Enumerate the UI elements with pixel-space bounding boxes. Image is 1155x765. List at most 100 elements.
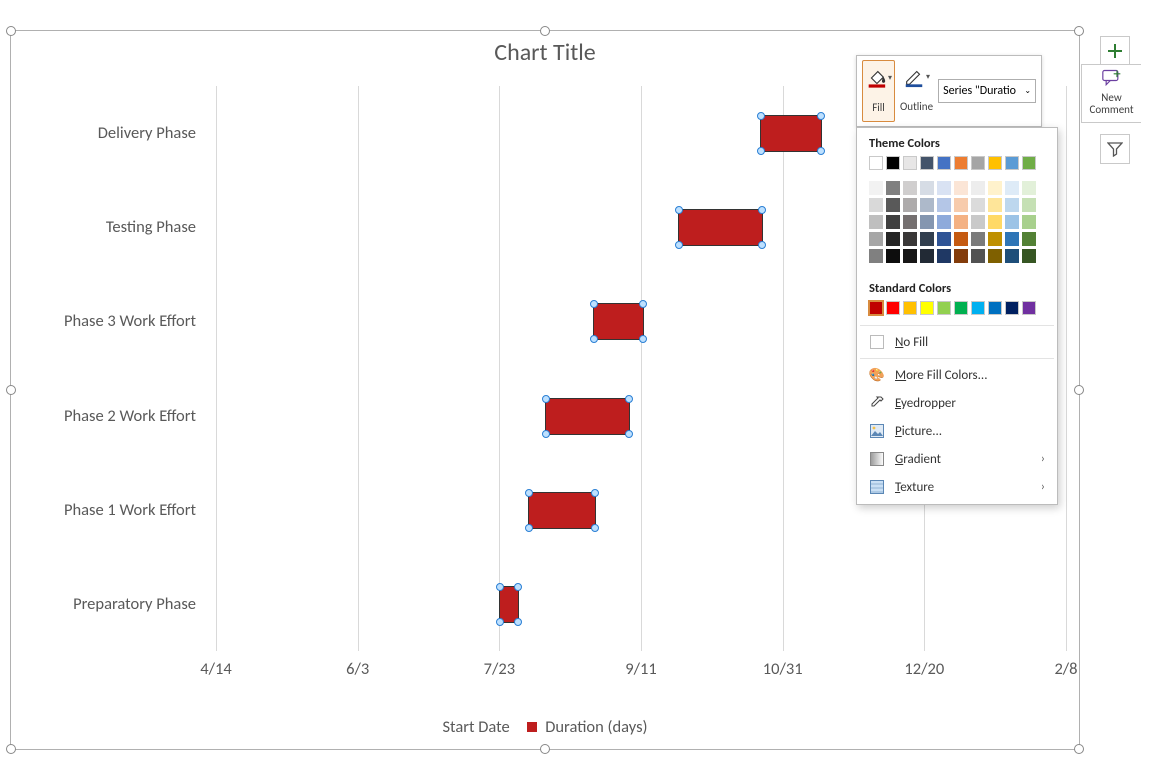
- color-swatch[interactable]: [1005, 232, 1019, 246]
- eyedropper-item[interactable]: Eyedropper: [857, 389, 1057, 417]
- color-swatch[interactable]: [869, 198, 883, 212]
- data-bar[interactable]: [678, 209, 763, 246]
- color-swatch[interactable]: [988, 301, 1002, 315]
- color-swatch[interactable]: [903, 232, 917, 246]
- color-swatch[interactable]: [937, 156, 951, 170]
- color-swatch[interactable]: [971, 301, 985, 315]
- color-swatch[interactable]: [1022, 232, 1036, 246]
- series-selection-handle[interactable]: [542, 430, 550, 438]
- more-colors-item[interactable]: 🎨 More Fill Colors...: [857, 361, 1057, 389]
- color-swatch[interactable]: [1005, 181, 1019, 195]
- resize-handle[interactable]: [1074, 26, 1084, 36]
- series-selection-handle[interactable]: [757, 147, 765, 155]
- series-selection-handle[interactable]: [590, 335, 598, 343]
- color-swatch[interactable]: [886, 301, 900, 315]
- color-swatch[interactable]: [971, 215, 985, 229]
- color-swatch[interactable]: [920, 156, 934, 170]
- new-comment-button[interactable]: New Comment: [1081, 64, 1141, 123]
- color-swatch[interactable]: [988, 232, 1002, 246]
- color-swatch[interactable]: [971, 198, 985, 212]
- series-selection-handle[interactable]: [514, 583, 522, 591]
- series-selection-handle[interactable]: [675, 241, 683, 249]
- color-swatch[interactable]: [1022, 198, 1036, 212]
- color-swatch[interactable]: [954, 198, 968, 212]
- data-bar[interactable]: [528, 492, 596, 529]
- resize-handle[interactable]: [1074, 744, 1084, 754]
- fill-button[interactable]: ▾ Fill: [862, 60, 895, 122]
- color-swatch[interactable]: [920, 181, 934, 195]
- color-swatch[interactable]: [954, 181, 968, 195]
- color-swatch[interactable]: [903, 198, 917, 212]
- color-swatch[interactable]: [869, 181, 883, 195]
- chart-elements-button[interactable]: [1100, 36, 1130, 66]
- color-swatch[interactable]: [937, 301, 951, 315]
- color-swatch[interactable]: [903, 156, 917, 170]
- color-swatch[interactable]: [920, 249, 934, 263]
- series-selection-handle[interactable]: [675, 206, 683, 214]
- texture-item[interactable]: Texture ›: [857, 473, 1057, 501]
- color-swatch[interactable]: [1005, 198, 1019, 212]
- color-swatch[interactable]: [886, 198, 900, 212]
- color-swatch[interactable]: [954, 301, 968, 315]
- color-swatch[interactable]: [886, 181, 900, 195]
- color-swatch[interactable]: [1022, 156, 1036, 170]
- color-swatch[interactable]: [937, 215, 951, 229]
- color-swatch[interactable]: [920, 301, 934, 315]
- chart-legend[interactable]: Start Date Duration (days): [11, 716, 1079, 737]
- color-swatch[interactable]: [937, 181, 951, 195]
- series-selection-handle[interactable]: [514, 618, 522, 626]
- series-selection-handle[interactable]: [542, 395, 550, 403]
- color-swatch[interactable]: [886, 249, 900, 263]
- series-selection-handle[interactable]: [591, 524, 599, 532]
- no-fill-item[interactable]: No Fill: [857, 328, 1057, 356]
- color-swatch[interactable]: [1022, 215, 1036, 229]
- outline-button[interactable]: ▾ Outline: [899, 60, 934, 122]
- series-selection-handle[interactable]: [758, 241, 766, 249]
- series-selection-handle[interactable]: [639, 300, 647, 308]
- color-swatch[interactable]: [937, 249, 951, 263]
- color-swatch[interactable]: [1005, 301, 1019, 315]
- color-swatch[interactable]: [971, 249, 985, 263]
- series-selector[interactable]: Series "Duratio ⌄: [938, 79, 1036, 103]
- series-selection-handle[interactable]: [525, 524, 533, 532]
- color-swatch[interactable]: [903, 249, 917, 263]
- data-bar[interactable]: [760, 115, 822, 152]
- color-swatch[interactable]: [954, 156, 968, 170]
- color-swatch[interactable]: [1005, 156, 1019, 170]
- series-selection-handle[interactable]: [639, 335, 647, 343]
- series-selection-handle[interactable]: [817, 112, 825, 120]
- series-selection-handle[interactable]: [496, 618, 504, 626]
- color-swatch[interactable]: [869, 215, 883, 229]
- color-swatch[interactable]: [954, 249, 968, 263]
- data-bar[interactable]: [545, 398, 630, 435]
- color-swatch[interactable]: [920, 215, 934, 229]
- color-swatch[interactable]: [886, 156, 900, 170]
- color-swatch[interactable]: [988, 249, 1002, 263]
- color-swatch[interactable]: [937, 198, 951, 212]
- resize-handle[interactable]: [6, 26, 16, 36]
- series-selection-handle[interactable]: [496, 583, 504, 591]
- color-swatch[interactable]: [869, 249, 883, 263]
- series-selection-handle[interactable]: [625, 430, 633, 438]
- color-swatch[interactable]: [869, 301, 883, 315]
- color-swatch[interactable]: [1022, 181, 1036, 195]
- color-swatch[interactable]: [903, 301, 917, 315]
- series-selection-handle[interactable]: [758, 206, 766, 214]
- color-swatch[interactable]: [903, 181, 917, 195]
- data-bar[interactable]: [499, 586, 519, 623]
- color-swatch[interactable]: [988, 215, 1002, 229]
- color-swatch[interactable]: [937, 232, 951, 246]
- color-swatch[interactable]: [920, 232, 934, 246]
- color-swatch[interactable]: [988, 156, 1002, 170]
- series-selection-handle[interactable]: [817, 147, 825, 155]
- color-swatch[interactable]: [954, 232, 968, 246]
- resize-handle[interactable]: [6, 744, 16, 754]
- series-selection-handle[interactable]: [591, 489, 599, 497]
- gradient-item[interactable]: Gradient ›: [857, 445, 1057, 473]
- chart-filters-button[interactable]: [1100, 134, 1130, 164]
- color-swatch[interactable]: [988, 198, 1002, 212]
- series-selection-handle[interactable]: [625, 395, 633, 403]
- color-swatch[interactable]: [971, 156, 985, 170]
- color-swatch[interactable]: [869, 156, 883, 170]
- series-selection-handle[interactable]: [590, 300, 598, 308]
